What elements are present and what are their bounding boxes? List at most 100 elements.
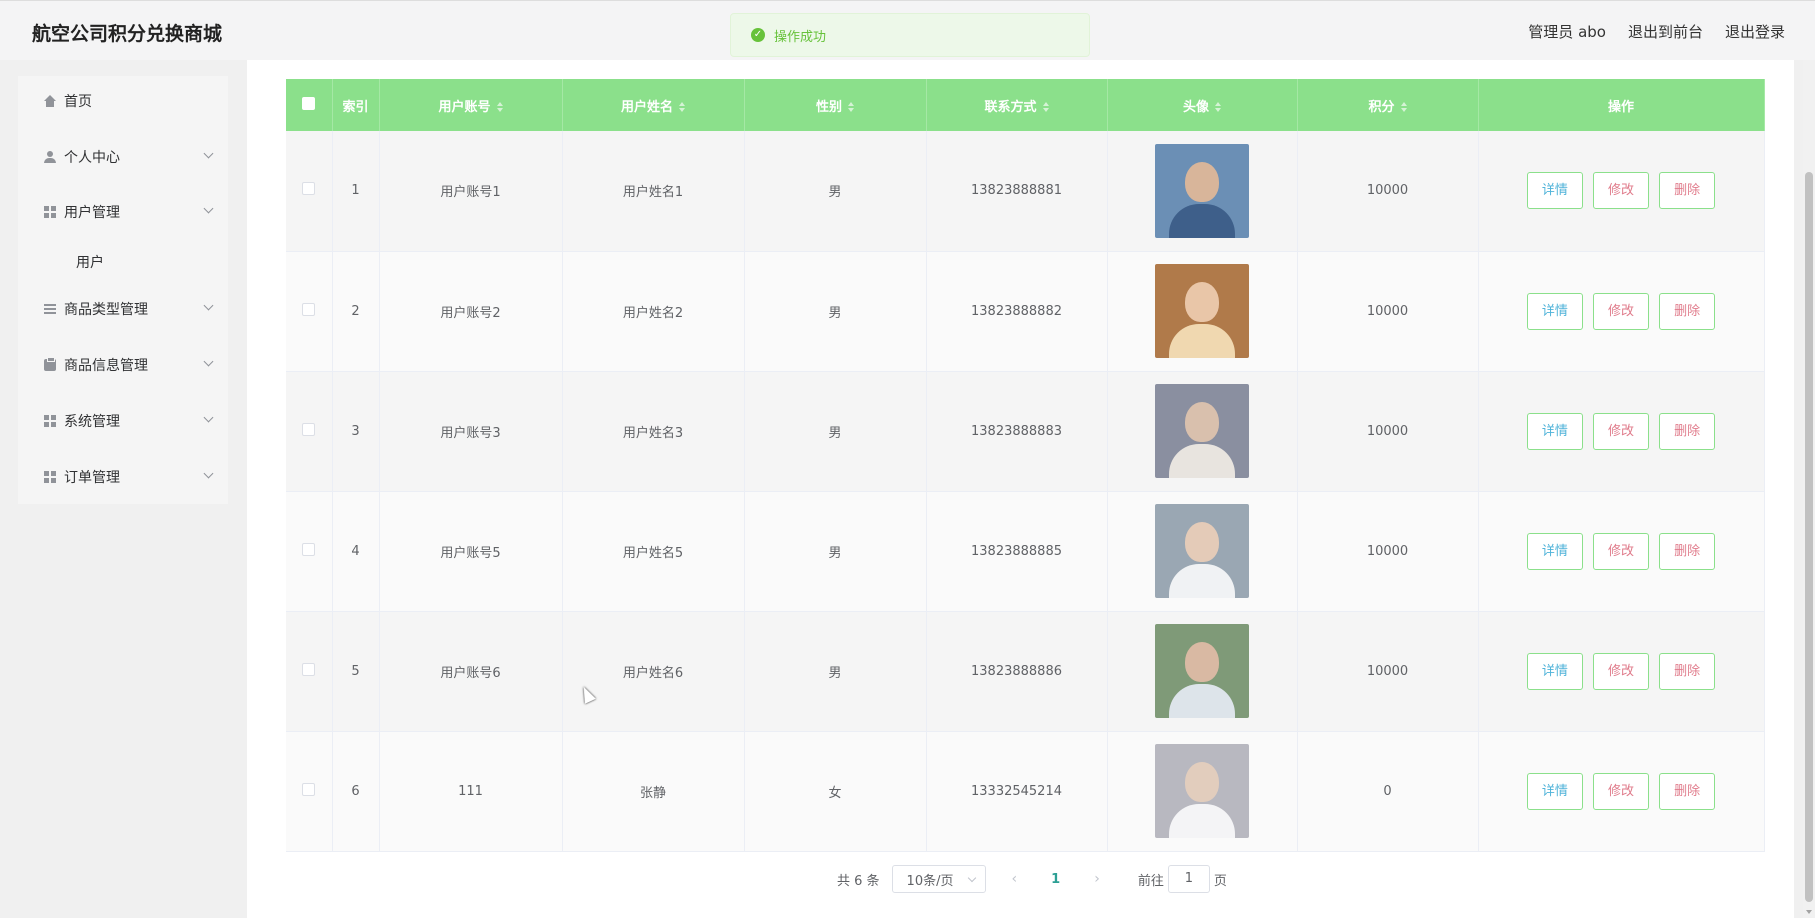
detail-button[interactable]: 详情 (1526, 412, 1583, 450)
goto-label: 前往 (1137, 873, 1164, 889)
sort-icon[interactable] (496, 102, 503, 112)
current-page[interactable]: 1 (1051, 872, 1060, 887)
sidebar-item-home[interactable]: 首页 (18, 86, 228, 116)
cell-gender: 男 (744, 371, 927, 492)
page-size-select[interactable]: 10条/页 (891, 865, 986, 893)
row-checkbox[interactable] (302, 782, 316, 796)
chevron-down-icon (203, 412, 214, 423)
col-points[interactable]: 积分 (1297, 79, 1479, 131)
col-account[interactable]: 用户账号 (379, 79, 563, 131)
row-select-cell[interactable] (286, 491, 333, 612)
detail-button[interactable]: 详情 (1526, 292, 1583, 330)
prev-page-icon[interactable]: ‹ (1012, 871, 1018, 887)
avatar[interactable] (1155, 264, 1249, 358)
cell-points: 0 (1297, 731, 1479, 852)
sidebar-item-label: 系统管理 (64, 414, 120, 430)
logout-link[interactable]: 退出登录 (1725, 21, 1785, 42)
row-checkbox[interactable] (302, 182, 316, 196)
scrollbar-thumb[interactable] (1805, 172, 1813, 902)
delete-button[interactable]: 删除 (1659, 652, 1716, 690)
grid-icon (44, 471, 56, 483)
cell-actions: 详情 修改 删除 (1478, 131, 1765, 252)
sidebar-item-label: 商品信息管理 (64, 358, 148, 374)
avatar[interactable] (1155, 384, 1249, 478)
top-links: 管理员 abo 退出到前台 退出登录 (1528, 21, 1785, 42)
next-page-icon[interactable]: › (1094, 871, 1100, 887)
cell-phone: 13823888883 (926, 371, 1108, 492)
detail-button[interactable]: 详情 (1526, 172, 1583, 210)
col-phone[interactable]: 联系方式 (926, 79, 1108, 131)
user-icon (44, 151, 56, 163)
cell-name: 张静 (562, 731, 745, 852)
sidebar-item-user-management[interactable]: 用户管理 (18, 197, 228, 227)
edit-button[interactable]: 修改 (1592, 292, 1649, 330)
col-avatar[interactable]: 头像 (1107, 79, 1298, 131)
detail-button[interactable]: 详情 (1526, 532, 1583, 570)
delete-button[interactable]: 删除 (1659, 772, 1716, 810)
cell-account: 用户账号2 (379, 251, 563, 372)
sort-icon[interactable] (1042, 102, 1049, 112)
users-table: 索引 用户账号 用户姓名 性别 联系方式 头像 积分 操作 1 用户账号1 用户… (286, 79, 1765, 852)
goto-page-input[interactable]: 1 (1167, 865, 1210, 893)
sort-icon[interactable] (679, 102, 685, 112)
col-name[interactable]: 用户姓名 (562, 79, 745, 131)
cell-name: 用户姓名3 (562, 371, 745, 492)
row-checkbox[interactable] (302, 662, 316, 676)
row-checkbox[interactable] (302, 542, 316, 556)
sidebar-item-label: 订单管理 (64, 470, 120, 486)
select-all-cell[interactable] (286, 79, 333, 131)
sidebar-item-system[interactable]: 系统管理 (18, 406, 228, 436)
sidebar-item-personal-center[interactable]: 个人中心 (18, 142, 228, 172)
cell-avatar (1107, 731, 1298, 852)
row-select-cell[interactable] (286, 131, 333, 252)
table-row: 5 用户账号6 用户姓名6 男 13823888886 10000 详情 修改 … (286, 611, 1765, 732)
cell-actions: 详情 修改 删除 (1478, 611, 1765, 732)
delete-button[interactable]: 删除 (1659, 412, 1716, 450)
delete-button[interactable]: 删除 (1659, 292, 1716, 330)
toast-message: 操作成功 (774, 29, 827, 45)
row-select-cell[interactable] (286, 611, 333, 732)
sidebar-subitem-users[interactable]: 用户 (76, 252, 104, 272)
row-select-cell[interactable] (286, 371, 333, 492)
pagination: 共 6 条 10条/页 ‹ 1 › 前往 1 页 (837, 865, 1227, 893)
sort-icon[interactable] (1215, 102, 1221, 112)
table-row: 4 用户账号5 用户姓名5 男 13823888885 10000 详情 修改 … (286, 491, 1765, 612)
sort-icon[interactable] (848, 102, 854, 112)
delete-button[interactable]: 删除 (1659, 172, 1716, 210)
admin-label[interactable]: 管理员 abo (1528, 21, 1606, 42)
table-header-row: 索引 用户账号 用户姓名 性别 联系方式 头像 积分 操作 (286, 79, 1765, 131)
total-count: 共 6 条 (837, 873, 880, 889)
avatar[interactable] (1155, 504, 1249, 598)
sidebar-item-product-info[interactable]: 商品信息管理 (18, 350, 228, 380)
edit-button[interactable]: 修改 (1592, 412, 1649, 450)
avatar[interactable] (1155, 143, 1249, 238)
row-checkbox[interactable] (302, 422, 316, 436)
row-checkbox[interactable] (302, 302, 316, 316)
delete-button[interactable]: 删除 (1659, 532, 1716, 570)
vertical-scrollbar[interactable] (1803, 60, 1815, 918)
row-select-cell[interactable] (286, 251, 333, 372)
sort-icon[interactable] (1400, 102, 1407, 112)
cell-actions: 详情 修改 删除 (1478, 491, 1765, 612)
cell-index: 5 (332, 611, 380, 732)
scroll-down-icon[interactable] (1806, 910, 1812, 914)
back-to-front-link[interactable]: 退出到前台 (1628, 21, 1703, 42)
row-select-cell[interactable] (286, 731, 333, 852)
sidebar-item-product-type[interactable]: 商品类型管理 (18, 294, 228, 324)
list-icon (44, 303, 56, 315)
cell-phone: 13823888881 (926, 131, 1108, 252)
avatar[interactable] (1155, 624, 1249, 718)
edit-button[interactable]: 修改 (1592, 532, 1649, 570)
avatar[interactable] (1155, 744, 1249, 838)
sidebar-item-orders[interactable]: 订单管理 (18, 462, 228, 492)
select-all-checkbox[interactable] (302, 96, 316, 110)
edit-button[interactable]: 修改 (1592, 652, 1649, 690)
col-gender[interactable]: 性别 (744, 79, 927, 131)
edit-button[interactable]: 修改 (1592, 172, 1649, 210)
cell-avatar (1107, 131, 1298, 252)
sidebar-item-label: 个人中心 (64, 150, 120, 166)
chevron-down-icon (203, 203, 214, 214)
detail-button[interactable]: 详情 (1526, 652, 1583, 690)
detail-button[interactable]: 详情 (1526, 772, 1583, 810)
edit-button[interactable]: 修改 (1592, 772, 1649, 810)
